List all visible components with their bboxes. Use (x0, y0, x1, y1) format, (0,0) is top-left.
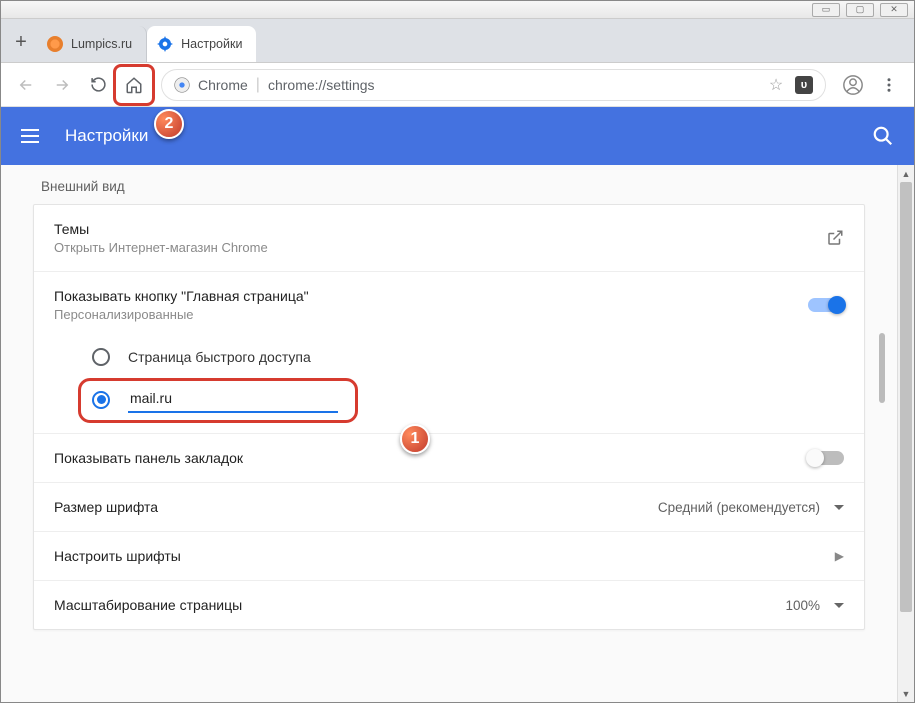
star-icon[interactable]: ☆ (765, 74, 787, 96)
address-path: chrome://settings (268, 77, 375, 93)
window-close-button[interactable]: ✕ (880, 3, 908, 17)
address-separator: | (256, 76, 260, 94)
dropdown-icon (834, 505, 844, 510)
profile-button[interactable] (838, 70, 868, 100)
window-scrollbar[interactable]: ▲ ▼ (897, 165, 914, 702)
window-titlebar: ▭ ▢ ✕ (1, 1, 914, 19)
browser-toolbar: Chrome | chrome://settings ☆ ᴜ (1, 63, 914, 107)
new-tab-button[interactable]: + (5, 26, 37, 58)
window-minimize-button[interactable]: ▭ (812, 3, 840, 17)
bookmarks-toggle[interactable] (808, 451, 844, 465)
tab-label: Lumpics.ru (71, 37, 132, 51)
home-button-toggle[interactable] (808, 298, 844, 312)
page-title: Настройки (65, 126, 148, 146)
address-bar[interactable]: Chrome | chrome://settings ☆ ᴜ (161, 69, 826, 101)
window-maximize-button[interactable]: ▢ (846, 3, 874, 17)
zoom-value: 100% (785, 598, 820, 613)
radio-unselected-icon[interactable] (92, 348, 110, 366)
row-font-size[interactable]: Размер шрифта Средний (рекомендуется) (34, 482, 864, 531)
settings-content: Внешний вид Темы Открыть Интернет-магази… (1, 165, 897, 702)
themes-subtitle: Открыть Интернет-магазин Chrome (54, 240, 812, 255)
home-button[interactable] (119, 70, 149, 100)
chevron-right-icon: ▶ (835, 549, 844, 563)
row-page-zoom[interactable]: Масштабирование страницы 100% (34, 580, 864, 629)
chrome-icon (174, 77, 190, 93)
row-home-button: Показывать кнопку "Главная страница" Пер… (34, 271, 864, 338)
tab-label: Настройки (181, 37, 242, 51)
appearance-card: Темы Открыть Интернет-магазин Chrome Пок… (33, 204, 865, 630)
radio-quick-access[interactable]: Страница быстрого доступа (34, 338, 864, 376)
radio-quick-label: Страница быстрого доступа (128, 349, 311, 365)
home-button-title: Показывать кнопку "Главная страница" (54, 288, 794, 304)
row-bookmarks-bar[interactable]: Показывать панель закладок (34, 433, 864, 482)
tab-strip: + Lumpics.ru Настройки (1, 19, 914, 63)
scroll-down-button[interactable]: ▼ (898, 685, 914, 702)
radio-selected-icon[interactable] (92, 391, 110, 409)
content-scrollbar-thumb[interactable] (879, 333, 885, 403)
ublock-icon[interactable]: ᴜ (795, 76, 813, 94)
back-button[interactable] (11, 70, 41, 100)
section-title: Внешний вид (33, 165, 865, 204)
settings-appbar: Настройки (1, 107, 914, 165)
menu-icon[interactable] (21, 124, 45, 148)
zoom-title: Масштабирование страницы (54, 597, 771, 613)
row-themes[interactable]: Темы Открыть Интернет-магазин Chrome (34, 205, 864, 271)
themes-title: Темы (54, 221, 812, 237)
scroll-thumb[interactable] (900, 182, 912, 612)
dropdown-icon (834, 603, 844, 608)
fontsize-value: Средний (рекомендуется) (658, 500, 820, 515)
home-url-input[interactable] (128, 386, 338, 413)
home-button-subtitle: Персонализированные (54, 307, 794, 322)
bookmarks-title: Показывать панель закладок (54, 450, 794, 466)
scroll-track[interactable] (898, 182, 914, 685)
search-button[interactable] (872, 125, 894, 147)
forward-button[interactable] (47, 70, 77, 100)
fonts-title: Настроить шрифты (54, 548, 821, 564)
tab-lumpics[interactable]: Lumpics.ru (37, 26, 147, 62)
radio-custom-url[interactable] (34, 376, 864, 433)
fontsize-title: Размер шрифта (54, 499, 644, 515)
tab-settings[interactable]: Настройки (147, 26, 256, 62)
settings-favicon-icon (157, 36, 173, 52)
reload-button[interactable] (83, 70, 113, 100)
external-link-icon (826, 229, 844, 247)
lumpics-favicon-icon (47, 36, 63, 52)
scroll-up-button[interactable]: ▲ (898, 165, 914, 182)
row-customize-fonts[interactable]: Настроить шрифты ▶ (34, 531, 864, 580)
address-host: Chrome (198, 77, 248, 93)
menu-button[interactable] (874, 70, 904, 100)
